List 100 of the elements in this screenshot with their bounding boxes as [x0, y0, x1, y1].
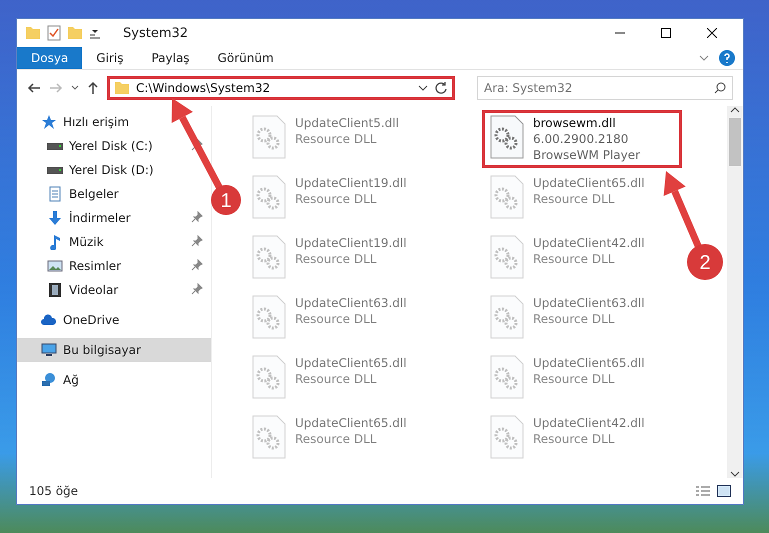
- file-item[interactable]: UpdateClient63.dll Resource DLL: [244, 290, 444, 348]
- file-name: UpdateClient42.dll: [533, 235, 645, 251]
- file-name: UpdateClient65.dll: [295, 355, 407, 371]
- scrollbar[interactable]: [727, 106, 743, 478]
- sidebar-item[interactable]: Müzik: [17, 230, 211, 254]
- file-item[interactable]: UpdateClient19.dll Resource DLL: [244, 170, 444, 228]
- file-item[interactable]: UpdateClient65.dll Resource DLL: [482, 170, 682, 228]
- number-badge: [687, 244, 723, 280]
- sidebar-item[interactable]: Belgeler: [17, 182, 211, 206]
- recent-locations-icon[interactable]: [71, 85, 79, 91]
- help-icon[interactable]: [719, 50, 735, 66]
- sidebar-item[interactable]: Yerel Disk (C:): [17, 134, 211, 158]
- picture-icon: [47, 258, 63, 274]
- scrollbar-thumb[interactable]: [729, 118, 741, 166]
- music-note-icon: [47, 234, 63, 250]
- search-field[interactable]: Ara: System32: [477, 76, 733, 100]
- pin-icon[interactable]: [191, 234, 203, 246]
- file-name: UpdateClient65.dll: [533, 355, 645, 371]
- file-item[interactable]: UpdateClient65.dll Resource DLL: [244, 410, 444, 468]
- file-name: browsewm.dll: [533, 115, 617, 131]
- back-icon[interactable]: [27, 82, 41, 94]
- up-icon[interactable]: [87, 81, 99, 95]
- dll-file-icon: [489, 175, 525, 219]
- refresh-icon[interactable]: [434, 81, 448, 95]
- sidebar-item[interactable]: Yerel Disk (D:): [17, 158, 211, 182]
- file-name: UpdateClient63.dll: [295, 295, 407, 311]
- dll-file-icon: [489, 415, 525, 459]
- file-detail: Resource DLL: [295, 131, 378, 147]
- file-detail: Resource DLL: [295, 311, 378, 327]
- file-detail: BrowseWM Player: [533, 147, 640, 163]
- file-detail: Resource DLL: [295, 371, 378, 387]
- file-detail: Resource DLL: [533, 251, 616, 267]
- file-item[interactable]: UpdateClient65.dll Resource DLL: [244, 350, 444, 408]
- file-detail: Resource DLL: [533, 371, 616, 387]
- file-item[interactable]: UpdateClient5.dll Resource DLL: [244, 110, 444, 168]
- expand-ribbon-icon[interactable]: [699, 54, 709, 62]
- file-name: UpdateClient5.dll: [295, 115, 399, 131]
- sidebar-item[interactable]: Resimler: [17, 254, 211, 278]
- step-number: 1: [220, 190, 232, 212]
- close-icon: [707, 28, 717, 38]
- file-detail: Resource DLL: [295, 191, 378, 207]
- film-icon: [47, 282, 63, 298]
- sidebar-item[interactable]: İndirmeler: [17, 206, 211, 230]
- network-icon: [41, 372, 57, 388]
- pin-icon[interactable]: [191, 138, 203, 150]
- cloud-icon: [41, 312, 57, 328]
- file-name: UpdateClient19.dll: [295, 235, 407, 251]
- large-icons-view-icon[interactable]: [717, 485, 731, 497]
- scroll-up-icon[interactable]: [730, 106, 740, 114]
- address-field[interactable]: C:\Windows\System32: [107, 76, 455, 100]
- search-icon: [714, 82, 726, 94]
- computer-icon: [41, 342, 57, 358]
- dll-file-icon: [251, 115, 287, 159]
- sidebar-item[interactable]: Videolar: [17, 278, 211, 302]
- ribbon-tab[interactable]: Görünüm: [204, 47, 288, 69]
- dll-file-icon: [251, 175, 287, 219]
- pin-icon[interactable]: [191, 258, 203, 270]
- dll-file-icon: [251, 235, 287, 279]
- file-item[interactable]: UpdateClient42.dll Resource DLL: [482, 410, 682, 468]
- file-item[interactable]: browsewm.dll 6.00.2900.2180 BrowseWM Player: [482, 110, 682, 168]
- new-folder-icon: [67, 26, 83, 40]
- scroll-down-icon[interactable]: [730, 470, 740, 478]
- file-name: UpdateClient63.dll: [533, 295, 645, 311]
- ribbon-tab[interactable]: Paylaş: [137, 47, 204, 69]
- details-view-icon[interactable]: [695, 485, 711, 497]
- number-badge: [211, 185, 241, 215]
- dropdown-icon[interactable]: [418, 84, 428, 92]
- file-item[interactable]: UpdateClient63.dll Resource DLL: [482, 290, 682, 348]
- document-icon: [47, 186, 63, 202]
- pin-icon[interactable]: [191, 282, 203, 294]
- dll-file-icon: [489, 295, 525, 339]
- file-detail: Resource DLL: [295, 431, 378, 447]
- file-detail: Resource DLL: [533, 191, 616, 207]
- file-name: UpdateClient65.dll: [533, 175, 645, 191]
- ribbon-tab[interactable]: Dosya: [17, 47, 82, 69]
- file-name: UpdateClient65.dll: [295, 415, 407, 431]
- file-item[interactable]: UpdateClient65.dll Resource DLL: [482, 350, 682, 408]
- file-item[interactable]: UpdateClient42.dll Resource DLL: [482, 230, 682, 288]
- drive-icon: [47, 166, 63, 174]
- star-icon: [41, 114, 57, 130]
- pin-icon[interactable]: [191, 210, 203, 222]
- dll-file-icon: [251, 415, 287, 459]
- dll-file-icon: [489, 355, 525, 399]
- folder-icon: [25, 26, 41, 40]
- window-title: System32: [123, 26, 188, 40]
- dll-file-icon: [251, 295, 287, 339]
- file-detail: Resource DLL: [295, 251, 378, 267]
- dll-file-icon: [489, 235, 525, 279]
- sidebar-item[interactable]: Hızlı erişim: [17, 110, 211, 134]
- properties-icon[interactable]: [47, 25, 61, 41]
- drive-icon: [47, 142, 63, 150]
- sidebar-item[interactable]: Bu bilgisayar: [17, 338, 211, 362]
- sidebar-item[interactable]: OneDrive: [17, 308, 211, 332]
- file-item[interactable]: UpdateClient19.dll Resource DLL: [244, 230, 444, 288]
- ribbon-tab[interactable]: Giriş: [82, 47, 138, 69]
- dll-file-icon: [489, 115, 525, 159]
- maximize-icon: [661, 28, 671, 38]
- sidebar-item[interactable]: Ağ: [17, 368, 211, 392]
- step-number: 2: [699, 252, 711, 274]
- file-detail: Resource DLL: [533, 311, 616, 327]
